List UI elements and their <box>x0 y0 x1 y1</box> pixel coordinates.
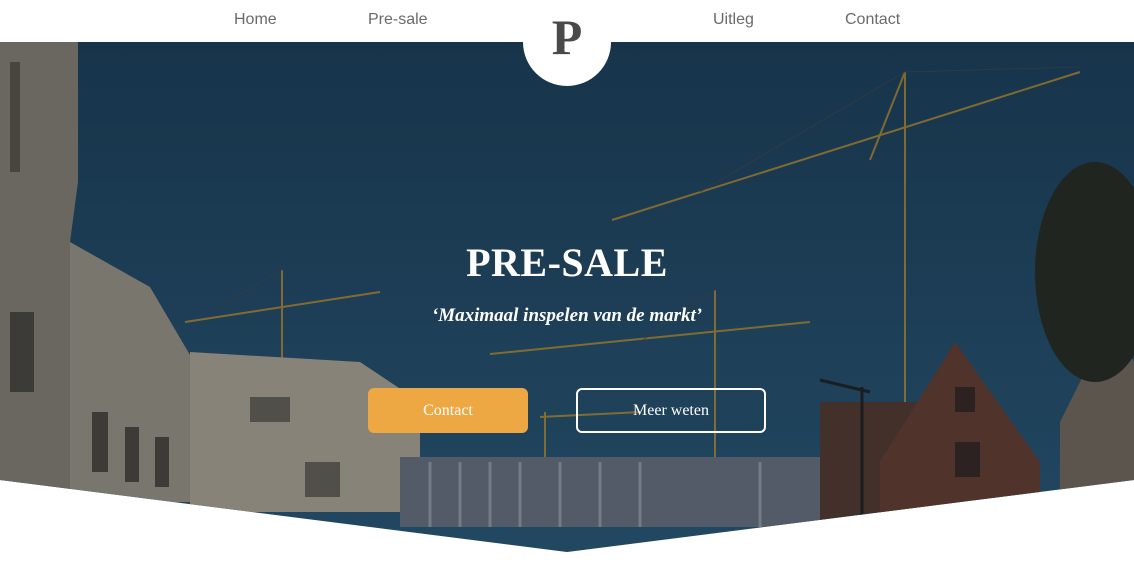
contact-button[interactable]: Contact <box>368 388 528 433</box>
hero-background-image <box>0 42 1134 552</box>
nav-link-pre-sale[interactable]: Pre-sale <box>368 11 428 29</box>
nav-link-home[interactable]: Home <box>234 11 277 29</box>
hero-section: PRE-SALE ‘Maximaal inspelen van de markt… <box>0 42 1134 552</box>
nav-link-contact[interactable]: Contact <box>845 11 900 29</box>
hero-subtitle: ‘Maximaal inspelen van de markt’ <box>431 305 703 326</box>
meer-weten-button[interactable]: Meer weten <box>576 388 766 433</box>
hero-title: PRE-SALE <box>466 240 668 285</box>
site-logo[interactable]: P <box>523 0 611 86</box>
nav-link-uitleg[interactable]: Uitleg <box>713 11 754 29</box>
logo-letter: P <box>551 9 583 65</box>
